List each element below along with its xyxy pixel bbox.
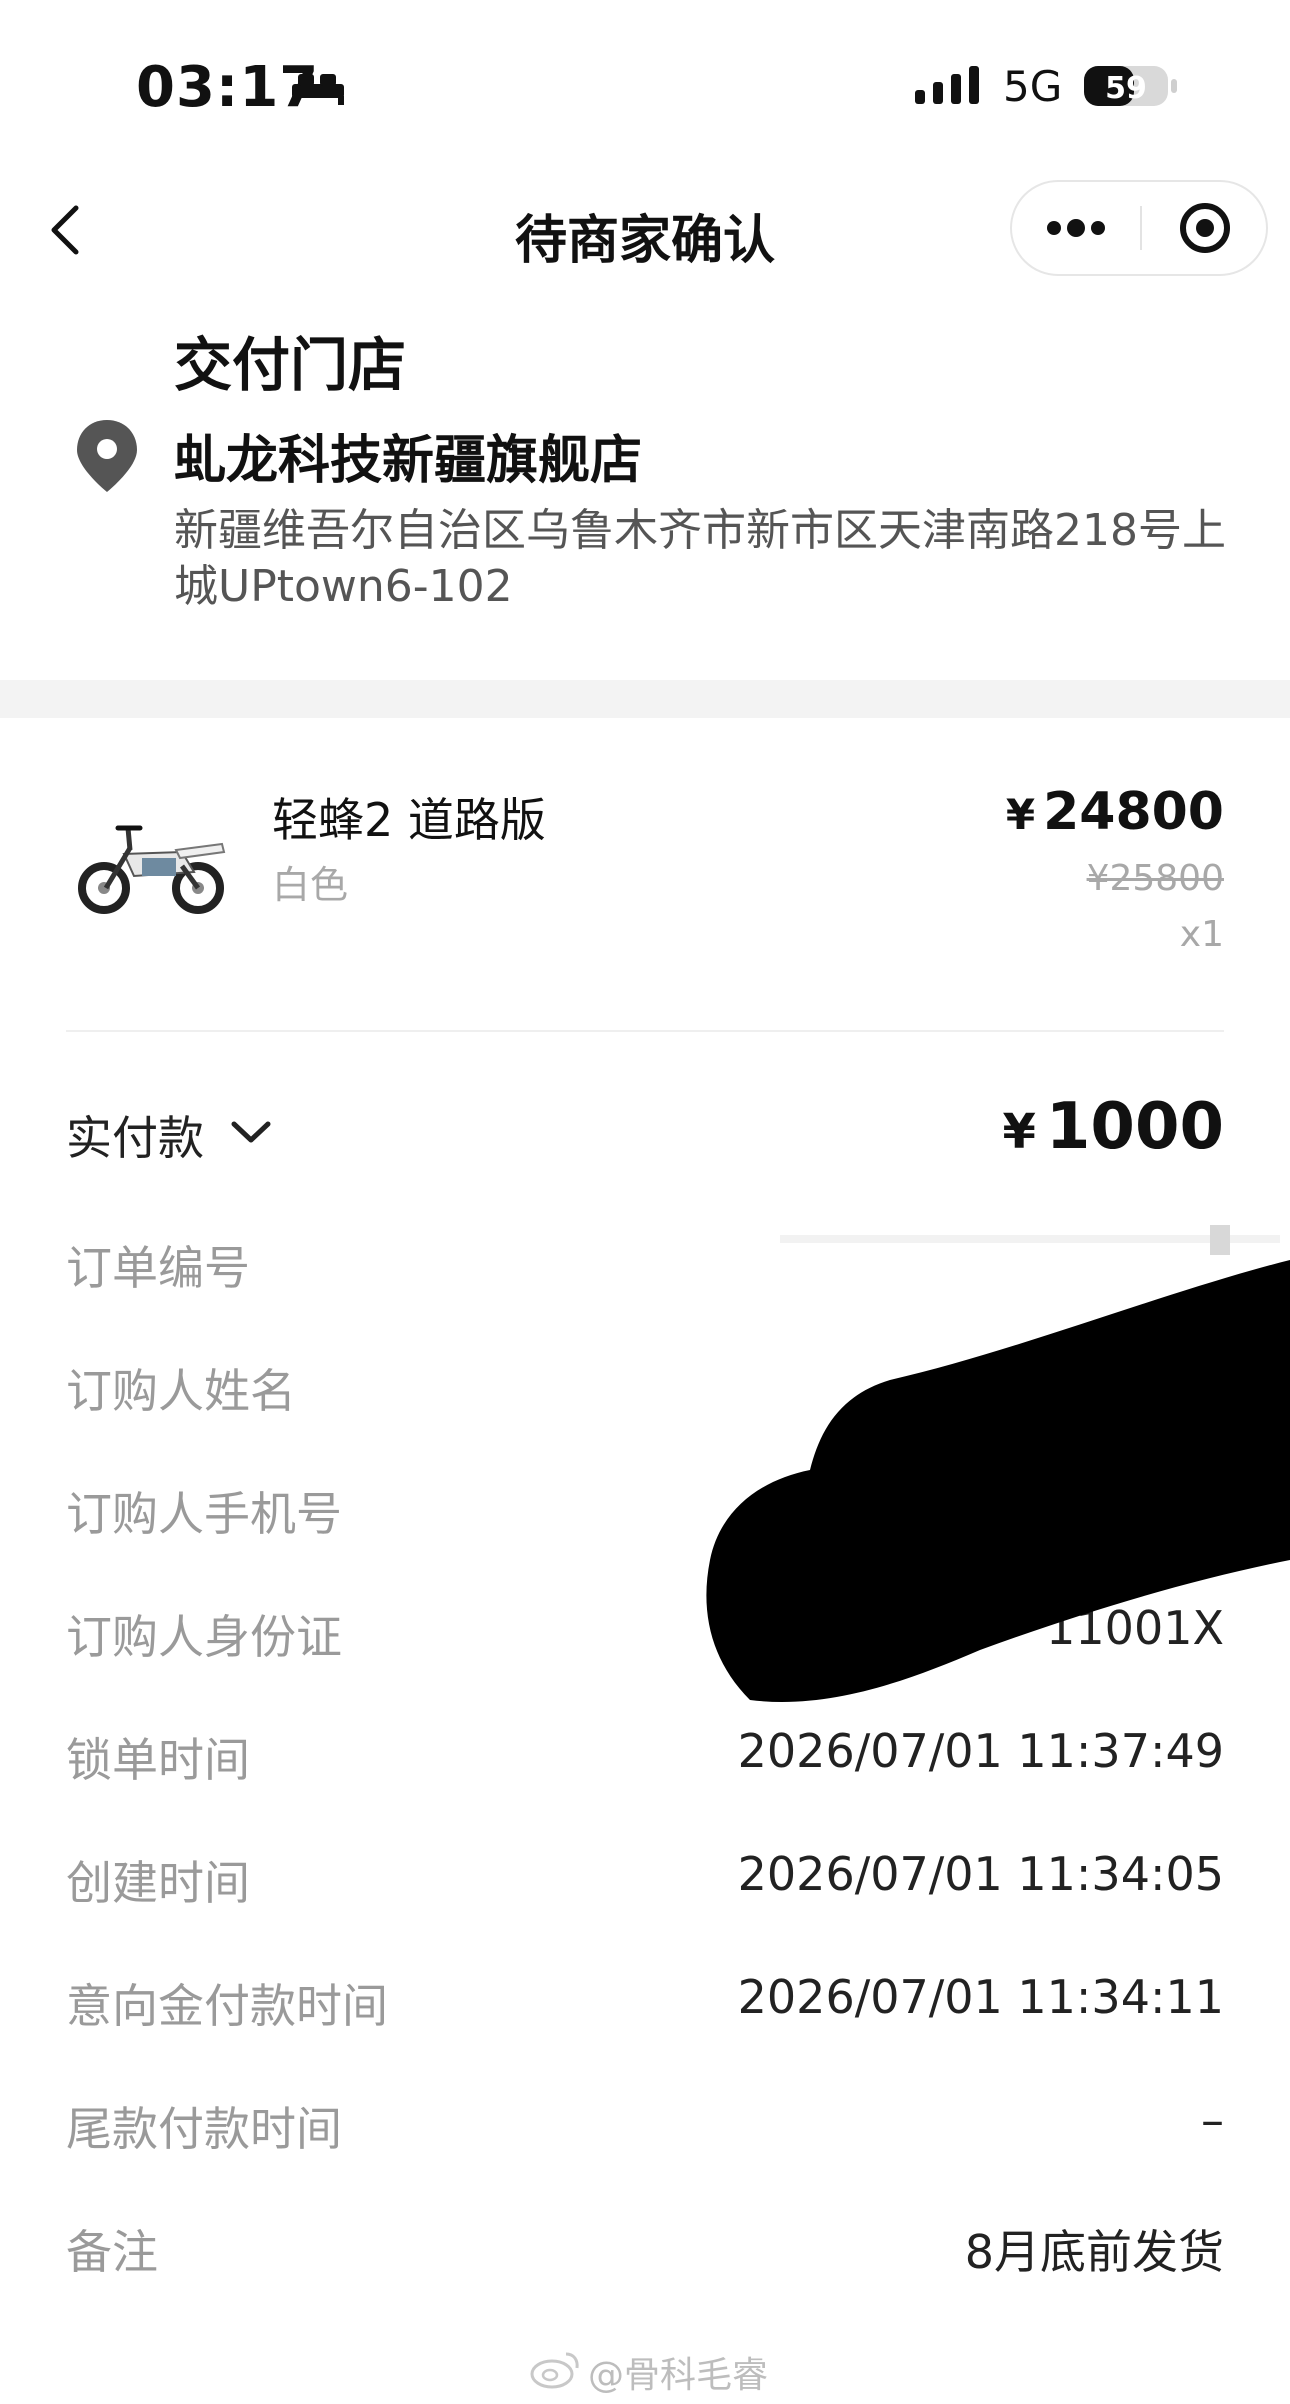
detail-value: – — [1201, 2093, 1224, 2147]
product-quantity: x1 — [1179, 914, 1224, 955]
section-separator — [0, 680, 1290, 718]
more-dots-icon — [1047, 219, 1105, 237]
redaction-scribble — [706, 1225, 1290, 1702]
detail-row-created-time: 创建时间 2026/07/01 11:34:05 — [66, 1847, 1224, 1917]
detail-label: 意向金付款时间 — [66, 1979, 388, 2033]
divider — [66, 1030, 1224, 1032]
detail-label: 备注 — [66, 2225, 158, 2279]
detail-label: 订购人身份证 — [66, 1610, 342, 1664]
target-icon — [1180, 203, 1230, 253]
status-bar: 03:17 5G 59 — [0, 0, 1290, 150]
close-mini-program-button[interactable] — [1142, 182, 1268, 274]
more-button[interactable] — [1012, 182, 1140, 274]
detail-row-balance-time: 尾款付款时间 – — [66, 2093, 1224, 2163]
product-price: ¥24800 — [1006, 782, 1224, 842]
paid-amount-label: 实付款 — [66, 1111, 204, 1165]
paid-currency: ¥ — [1002, 1104, 1036, 1160]
weibo-icon — [530, 2352, 579, 2389]
detail-label: 尾款付款时间 — [66, 2102, 342, 2156]
detail-label: 订购人姓名 — [66, 1364, 296, 1418]
detail-value: 2026/07/01 11:37:49 — [737, 1724, 1224, 1778]
detail-label: 创建时间 — [66, 1856, 250, 1910]
paid-amount: ¥1000 — [1002, 1090, 1224, 1164]
detail-label: 订单编号 — [66, 1241, 250, 1295]
signal-icon — [915, 66, 979, 104]
detail-row-lock-time: 锁单时间 2026/07/01 11:37:49 — [66, 1724, 1224, 1794]
detail-value: 2026/07/01 11:34:05 — [737, 1847, 1224, 1901]
price-currency: ¥ — [1005, 790, 1036, 839]
product-name: 轻蜂2 道路版 — [272, 793, 546, 847]
detail-row-deposit-time: 意向金付款时间 2026/07/01 11:34:11 — [66, 1970, 1224, 2040]
nav-bar: 待商家确认 — [0, 160, 1290, 300]
order-detail-page: 03:17 5G 59 待商家确认 交付门店 虬龙科技新疆旗舰店 新疆维吾尔自治… — [0, 0, 1290, 2404]
battery-icon: 59 — [1084, 66, 1177, 106]
store-name: 虬龙科技新疆旗舰店 — [174, 431, 643, 491]
network-label: 5G — [1003, 62, 1063, 111]
motorcycle-image — [78, 825, 226, 914]
detail-label: 订购人手机号 — [66, 1487, 342, 1541]
store-section-heading: 交付门店 — [174, 331, 407, 399]
location-pin-icon — [77, 420, 137, 492]
detail-value: 2026/07/01 11:34:11 — [737, 1970, 1224, 2024]
detail-row-remark: 备注 8月底前发货 — [66, 2216, 1224, 2286]
chevron-down-icon[interactable] — [228, 1112, 274, 1152]
watermark-text: @骨科毛睿 — [588, 2355, 769, 2396]
product-color: 白色 — [272, 863, 349, 907]
battery-level: 59 — [1105, 71, 1147, 106]
paid-amount-value: 1000 — [1045, 1090, 1224, 1164]
mini-program-capsule — [1010, 180, 1268, 276]
price-value: 24800 — [1043, 782, 1224, 842]
store-address: 新疆维吾尔自治区乌鲁木齐市新市区天津南路218号上城UPtown6-102 — [174, 505, 1226, 612]
detail-value: 8月底前发货 — [964, 2225, 1224, 2279]
bed-icon — [292, 74, 344, 105]
product-original-price: ¥25800 — [1086, 858, 1224, 899]
detail-label: 锁单时间 — [66, 1733, 250, 1787]
